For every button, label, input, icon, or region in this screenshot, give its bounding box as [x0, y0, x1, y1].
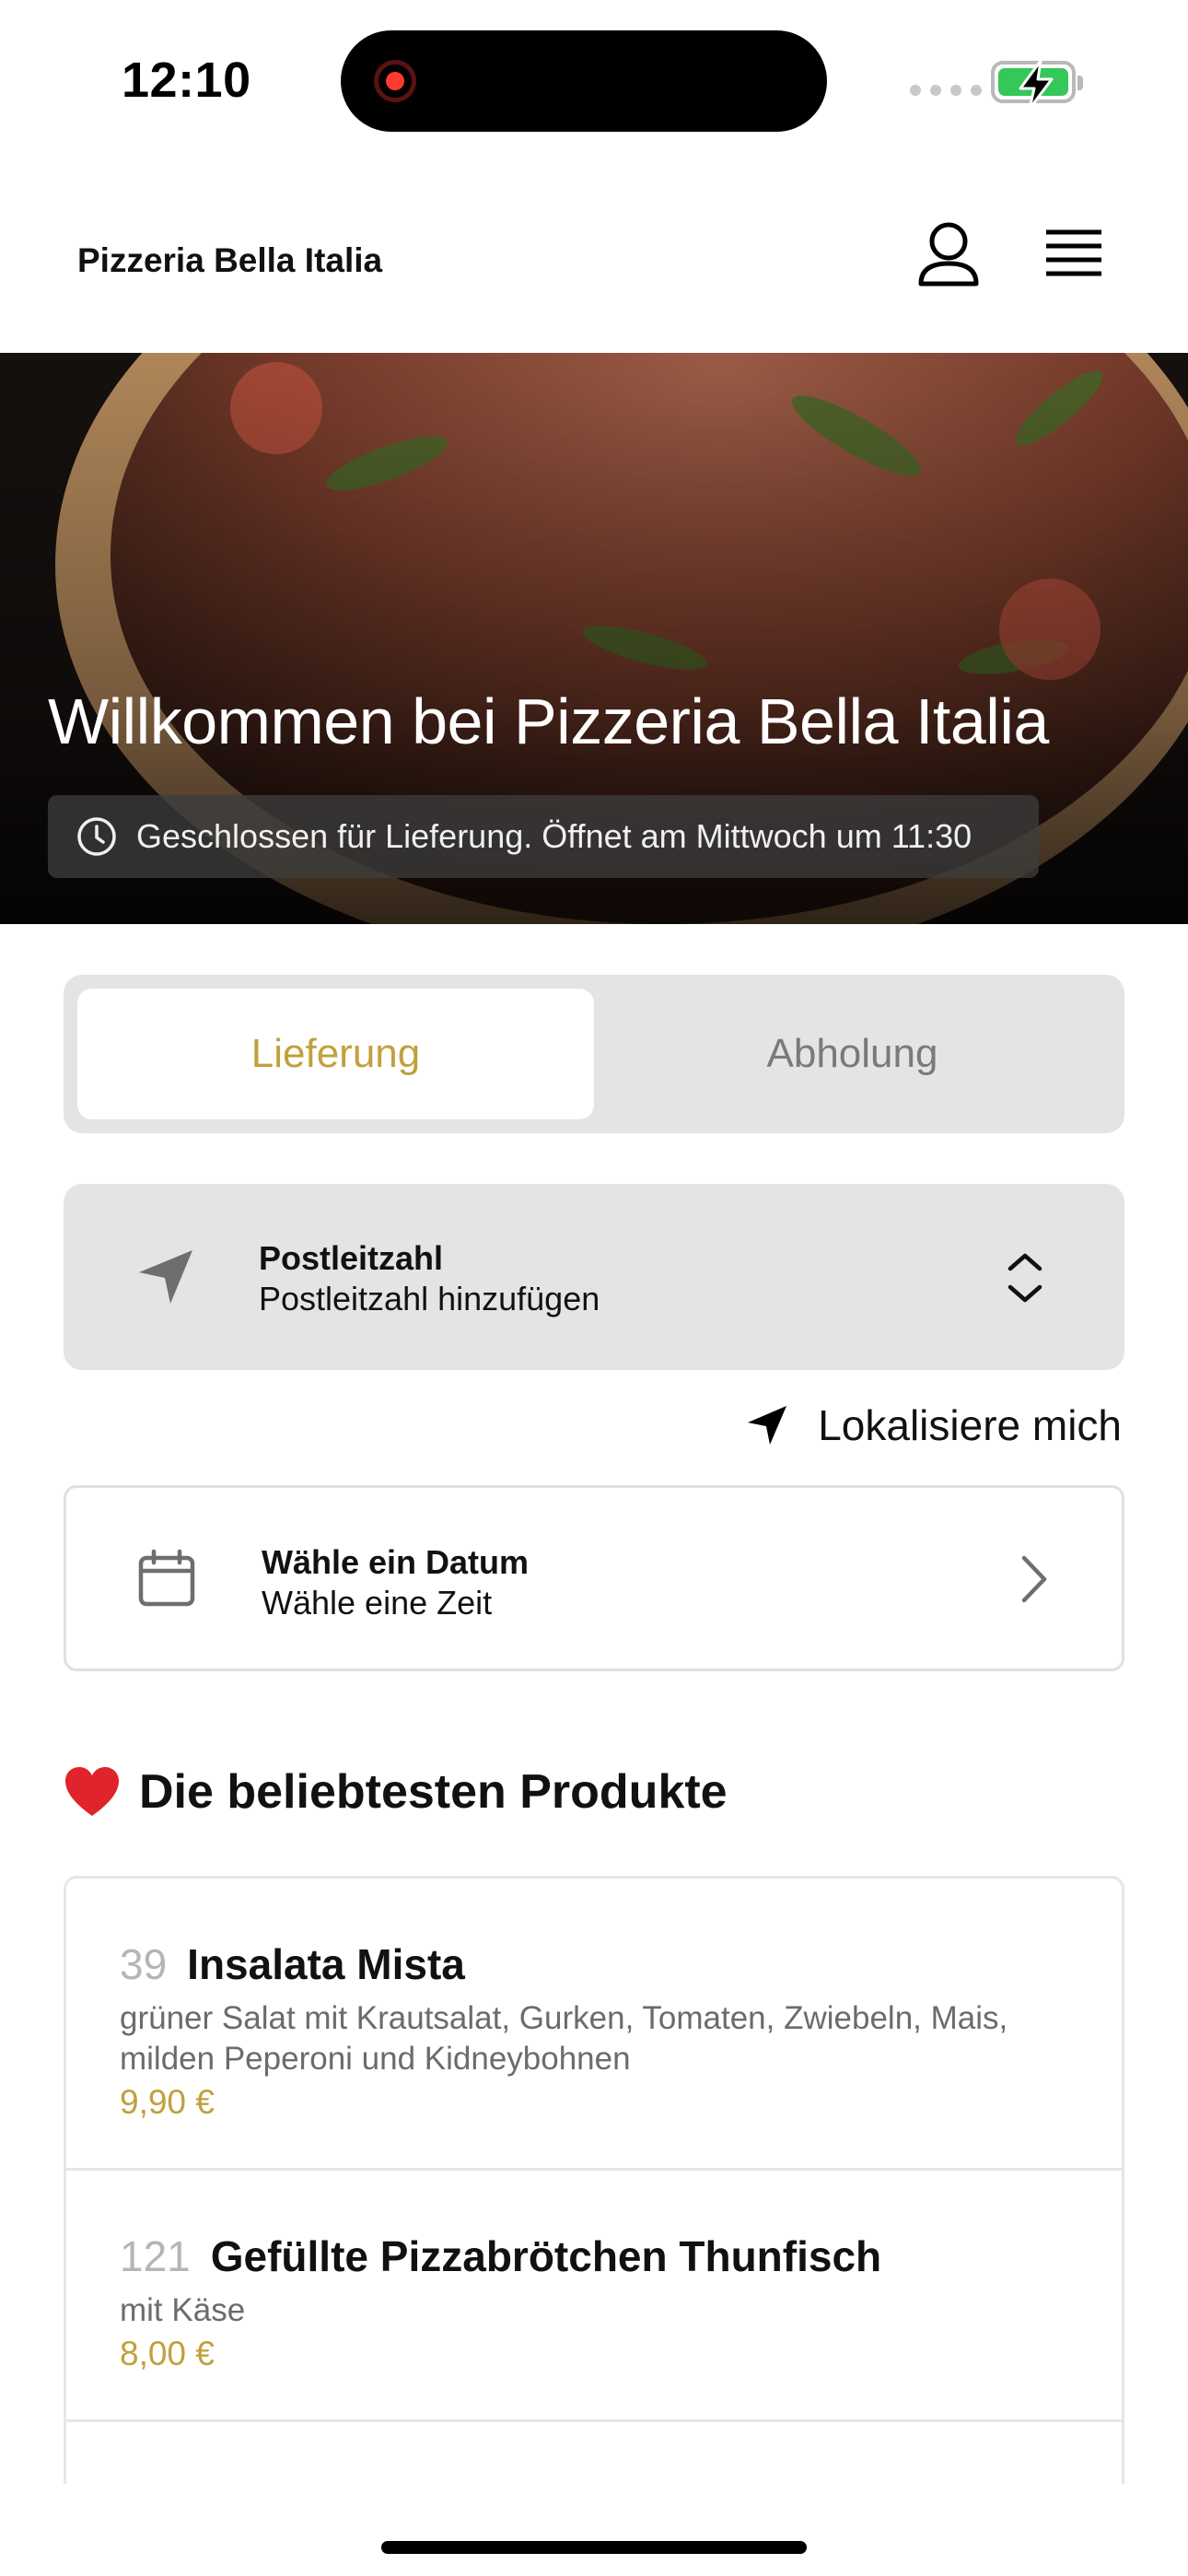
status-bar: 12:10 — [0, 0, 1188, 157]
localize-me-button[interactable]: Lokalisiere mich — [744, 1400, 1122, 1450]
battery-charging-icon — [991, 59, 1083, 111]
user-icon[interactable] — [912, 217, 985, 291]
popular-products-heading: Die beliebtesten Produkte — [64, 1764, 728, 1820]
hero-title: Willkommen bei Pizzeria Bella Italia — [48, 685, 1049, 757]
product-description: grüner Salat mit Krautsalat, Gurken, Tom… — [120, 2000, 1008, 2077]
navigation-arrow-icon — [748, 1406, 787, 1445]
order-type-toggle: Lieferung Abholung — [64, 975, 1124, 1133]
tab-pickup[interactable]: Abholung — [594, 989, 1111, 1119]
product-name: Gefüllte Pizzabrötchen Thunfisch — [210, 2232, 882, 2280]
opening-status-badge: Geschlossen für Lieferung. Öffnet am Mit… — [48, 795, 1039, 878]
clock-icon — [77, 817, 116, 856]
date-picker-subtitle: Wähle eine Zeit — [262, 1584, 493, 1622]
product-number: 39 — [120, 1940, 168, 1988]
dynamic-island — [341, 30, 827, 132]
product-price: 8,00 € — [120, 2335, 215, 2372]
product-price: 9,90 € — [120, 2083, 215, 2121]
opening-status-text: Geschlossen für Lieferung. Öffnet am Mit… — [136, 817, 973, 855]
product-name: Insalata Mista — [187, 1940, 465, 1988]
screen-recording-icon — [374, 60, 416, 102]
postcode-select[interactable]: Postleitzahl Postleitzahl hinzufügen — [64, 1184, 1124, 1370]
postcode-label: Postleitzahl — [259, 1239, 444, 1277]
app-header: Pizzeria Bella Italia — [0, 157, 1188, 353]
tab-delivery[interactable]: Lieferung — [77, 989, 594, 1119]
date-time-picker[interactable]: Wähle ein Datum Wähle eine Zeit — [64, 1485, 1124, 1671]
calendar-icon — [138, 1549, 195, 1607]
product-list: 39 Insalata Mista grüner Salat mit Kraut… — [64, 1876, 1124, 2484]
product-item[interactable]: 121 Gefüllte Pizzabrötchen Thunfisch mit… — [66, 2171, 1122, 2422]
postcode-placeholder: Postleitzahl hinzufügen — [259, 1280, 600, 1317]
section-title: Die beliebtesten Produkte — [139, 1765, 728, 1819]
hero-banner: Willkommen bei Pizzeria Bella Italia Ges… — [0, 353, 1188, 924]
brand-name[interactable]: Pizzeria Bella Italia — [77, 241, 382, 280]
location-arrow-icon — [139, 1250, 192, 1304]
product-number: 121 — [120, 2232, 191, 2280]
product-description: mit Käse — [120, 2292, 246, 2328]
cellular-signal-icon — [910, 85, 982, 96]
chevron-right-icon — [1021, 1555, 1047, 1603]
localize-me-label: Lokalisiere mich — [818, 1401, 1122, 1449]
product-item[interactable]: 39 Insalata Mista grüner Salat mit Kraut… — [66, 1879, 1122, 2171]
status-time: 12:10 — [122, 53, 251, 108]
date-picker-title: Wähle ein Datum — [262, 1543, 530, 1581]
chevron-up-down-icon — [1007, 1253, 1042, 1303]
home-indicator[interactable] — [381, 2541, 807, 2554]
heart-icon — [65, 1767, 119, 1816]
hamburger-menu-icon[interactable] — [1037, 223, 1111, 287]
